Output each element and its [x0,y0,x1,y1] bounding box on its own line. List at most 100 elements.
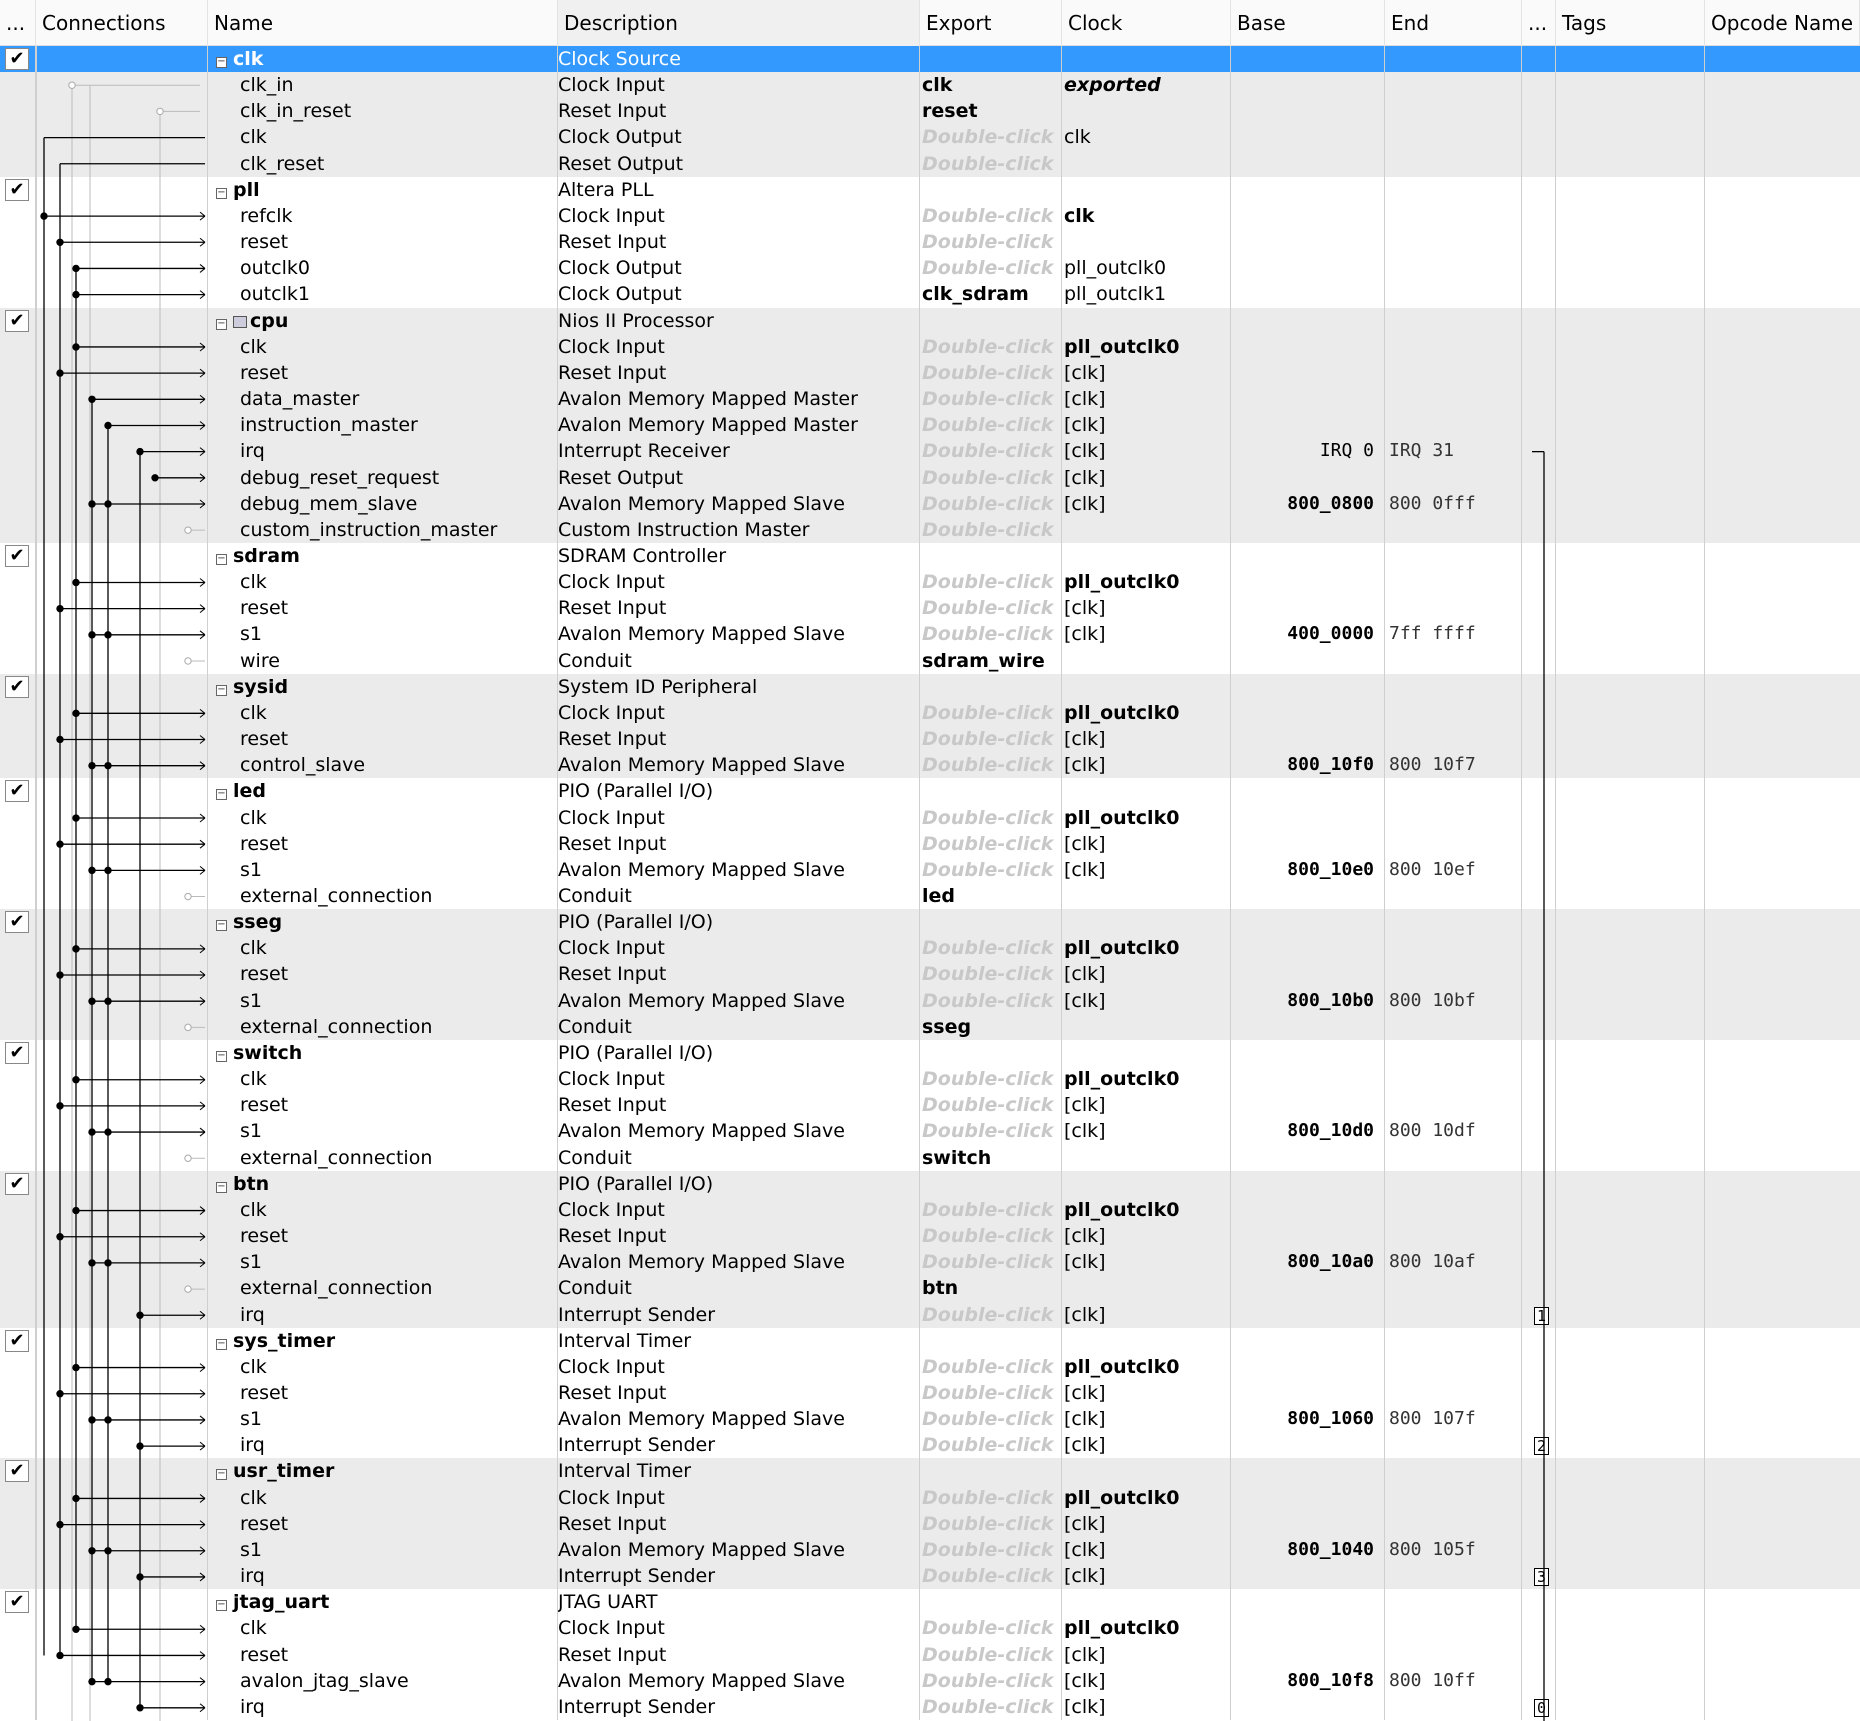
export-placeholder[interactable]: Double-click [922,571,1053,593]
irq-cell[interactable] [1522,987,1556,1014]
irq-cell[interactable] [1522,412,1556,439]
tags-cell[interactable] [1556,726,1705,753]
clock-cell[interactable] [1062,1275,1231,1302]
export-placeholder[interactable]: Double-click [922,1617,1053,1639]
opcode-name-cell[interactable] [1705,1485,1860,1511]
connections-cell[interactable] [36,752,208,779]
tags-cell[interactable] [1556,1223,1705,1250]
irq-cell[interactable] [1522,438,1556,465]
export-placeholder[interactable]: Double-click [922,1356,1053,1378]
base-cell[interactable]: 800_1040 [1231,1536,1385,1564]
tags-cell[interactable] [1556,883,1705,910]
opcode-name-cell[interactable] [1705,1302,1860,1328]
tags-cell[interactable] [1556,386,1705,413]
tags-cell[interactable] [1556,438,1705,465]
base-cell[interactable] [1231,333,1385,360]
base-cell[interactable] [1231,1275,1385,1302]
irq-cell[interactable] [1522,1327,1556,1354]
base-cell[interactable] [1231,202,1385,230]
interface-row[interactable]: clk Clock Input Double-click pll_outclk0 [0,1484,1860,1511]
base-cell[interactable] [1231,1066,1385,1093]
component-row-btn[interactable]: ✔ − btn PIO (Parallel I/O) [0,1170,1860,1197]
opcode-name-cell[interactable] [1705,883,1860,909]
name-cell[interactable]: clk [208,1066,558,1093]
tags-cell[interactable] [1556,359,1705,387]
component-row-led[interactable]: ✔ − led PIO (Parallel I/O) [0,778,1860,805]
connections-cell[interactable] [36,516,208,543]
irq-cell[interactable] [1522,856,1556,883]
collapse-toggle-icon[interactable]: − [216,318,227,330]
tags-cell[interactable] [1556,1484,1705,1511]
connections-cell[interactable] [36,1249,208,1276]
tags-cell[interactable] [1556,1667,1705,1694]
clock-cell[interactable]: [clk] [1062,1379,1231,1407]
interface-row[interactable]: control_slave Avalon Memory Mapped Slave D… [0,752,1860,779]
name-cell[interactable]: s1 [208,1536,558,1564]
connections-cell[interactable] [36,961,208,988]
irq-cell[interactable] [1522,909,1556,936]
name-cell[interactable]: irq [208,1693,558,1720]
opcode-name-cell[interactable] [1705,961,1860,987]
name-cell[interactable]: reset [208,359,558,387]
connections-cell[interactable] [36,726,208,753]
opcode-name-cell[interactable] [1705,177,1860,203]
name-cell[interactable]: outclk1 [208,281,558,308]
export-cell[interactable]: Double-click [920,333,1062,360]
base-cell[interactable] [1231,1641,1385,1668]
clock-cell[interactable] [1062,909,1231,936]
clock-cell[interactable]: pll_outclk0 [1062,333,1231,360]
tags-cell[interactable] [1556,909,1705,936]
opcode-name-cell[interactable] [1705,1275,1860,1301]
tags-cell[interactable] [1556,673,1705,700]
base-cell[interactable] [1231,1589,1385,1616]
interface-row[interactable]: reset Reset Input Double-click [0,229,1860,256]
connections-cell[interactable] [36,1406,208,1433]
irq-cell[interactable] [1522,98,1556,125]
export-cell[interactable]: Double-click [920,1615,1062,1642]
interface-row[interactable]: external_connection Conduit sseg [0,1013,1860,1040]
component-row-clk[interactable]: ✔ − clk Clock Source [0,46,1860,73]
clock-cell[interactable]: exported [1062,72,1231,99]
name-cell[interactable]: external_connection [208,1275,558,1302]
opcode-name-cell[interactable] [1705,255,1860,281]
interface-row[interactable]: irq Interrupt Receiver Double-click [clk] IR… [0,438,1860,465]
export-cell[interactable]: led [920,883,1062,910]
export-placeholder[interactable]: Double-click [922,1434,1053,1456]
name-cell[interactable]: external_connection [208,883,558,910]
interface-row[interactable]: reset Reset Input Double-click [clk] [0,726,1860,753]
export-cell[interactable]: Double-click [920,987,1062,1014]
name-cell[interactable]: avalon_jtag_slave [208,1667,558,1694]
base-cell[interactable] [1231,1013,1385,1040]
base-cell[interactable]: 800_10a0 [1231,1249,1385,1276]
connections-cell[interactable] [36,987,208,1014]
irq-cell[interactable]: 3 [1522,1563,1556,1590]
clock-cell[interactable] [1062,46,1231,73]
irq-cell[interactable] [1522,1275,1556,1302]
clock-cell[interactable] [1062,176,1231,203]
connections-cell[interactable] [36,1563,208,1590]
export-cell[interactable]: Double-click [920,1432,1062,1459]
clock-cell[interactable]: [clk] [1062,595,1231,622]
opcode-name-cell[interactable] [1705,1066,1860,1092]
irq-cell[interactable] [1522,46,1556,73]
opcode-name-cell[interactable] [1705,1092,1860,1118]
connections-cell[interactable] [36,1092,208,1119]
component-row-pll[interactable]: ✔ − pll Altera PLL [0,176,1860,203]
irq-cell[interactable] [1522,333,1556,360]
tags-cell[interactable] [1556,1118,1705,1145]
enable-checkbox[interactable]: ✔ [5,544,29,567]
tags-cell[interactable] [1556,1536,1705,1564]
base-cell[interactable]: IRQ 0 [1231,438,1385,465]
tags-cell[interactable] [1556,1066,1705,1093]
clock-cell[interactable] [1062,1458,1231,1485]
base-cell[interactable] [1231,1039,1385,1067]
export-cell[interactable]: Double-click [920,516,1062,543]
export-placeholder[interactable]: Double-click [922,493,1053,515]
export-cell[interactable]: Double-click [920,752,1062,779]
irq-cell[interactable]: 1 [1522,1301,1556,1328]
tags-cell[interactable] [1556,1353,1705,1380]
name-cell[interactable]: clk_in [208,72,558,99]
export-placeholder[interactable]: Double-click [922,754,1053,776]
export-cell[interactable]: Double-click [920,386,1062,413]
irq-number[interactable]: 2 [1534,1437,1550,1456]
